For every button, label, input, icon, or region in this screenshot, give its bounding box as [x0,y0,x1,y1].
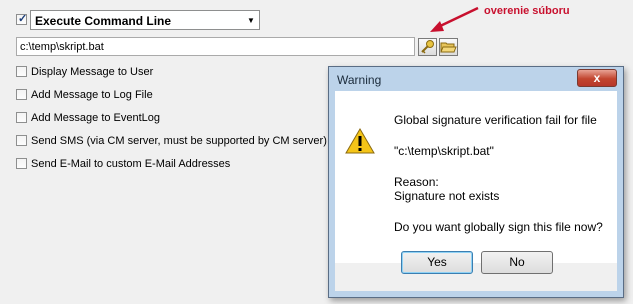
command-line-value: c:\temp\skript.bat [20,41,104,53]
option-label: Add Message to EventLog [31,112,161,124]
dialog-question: Do you want globally sign this file now? [394,220,603,234]
yes-button[interactable]: Yes [401,251,473,274]
warning-icon [345,128,375,154]
option-label: Send E-Mail to custom E-Mail Addresses [31,158,231,170]
action-select[interactable]: Execute Command Line ▼ [30,10,260,30]
option-checkbox[interactable] [16,112,27,123]
warning-dialog: Warning x Global signature verification … [328,66,624,298]
annotation-arrow [430,6,479,32]
option-label: Add Message to Log File [31,89,153,101]
dialog-file-path: "c:\temp\skript.bat" [394,144,494,158]
dialog-close-button[interactable]: x [577,69,617,87]
action-select-value: Execute Command Line [35,14,172,28]
option-checkbox[interactable] [16,158,27,169]
action-enabled-checkbox[interactable] [16,12,27,25]
dialog-body: Global signature verification fail for f… [335,91,617,263]
dialog-reason: Signature not exists [394,189,500,203]
sign-file-button[interactable] [418,38,437,56]
dialog-message: Global signature verification fail for f… [394,113,597,127]
close-icon: x [593,71,601,85]
no-button[interactable]: No [481,251,553,274]
option-label: Send SMS (via CM server, must be support… [31,135,327,147]
option-checkbox[interactable] [16,66,27,77]
dialog-reason-label: Reason: [394,175,439,189]
browse-file-button[interactable] [439,38,458,56]
option-label: Display Message to User [31,66,154,78]
option-checkbox[interactable] [16,135,27,146]
command-line-input[interactable]: c:\temp\skript.bat [16,37,415,56]
annotation-label: overenie súboru [484,5,570,17]
option-checkbox[interactable] [16,89,27,100]
chevron-down-icon: ▼ [247,15,255,25]
folder-open-icon [440,42,457,53]
dialog-footer [335,263,617,291]
key-icon [421,40,434,54]
dialog-title: Warning [337,73,382,87]
